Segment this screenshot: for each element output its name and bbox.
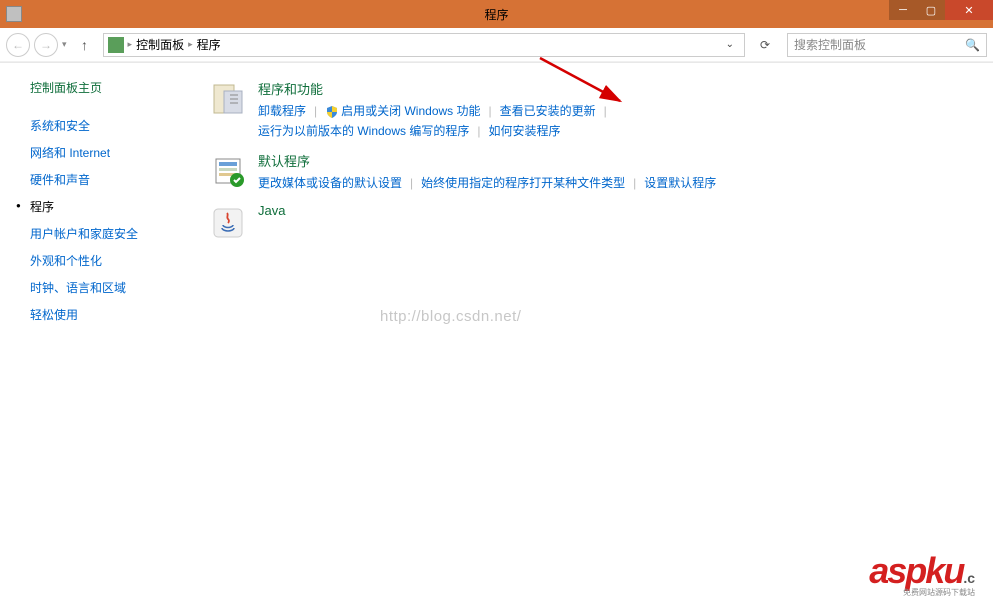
link-view-updates[interactable]: 查看已安装的更新	[500, 101, 596, 121]
section-programs-features: 程序和功能 卸载程序 | 启用或关闭 Windows 功能 | 查看已安装的更新…	[208, 79, 973, 141]
sidebar-item-hardware[interactable]: 硬件和声音	[30, 166, 190, 193]
sidebar-item-clock[interactable]: 时钟、语言和区域	[30, 274, 190, 301]
link-windows-features[interactable]: 启用或关闭 Windows 功能	[325, 101, 480, 121]
content-area: 程序和功能 卸载程序 | 启用或关闭 Windows 功能 | 查看已安装的更新…	[200, 63, 993, 598]
section-title[interactable]: 程序和功能	[258, 79, 973, 98]
history-dropdown[interactable]: ▾	[62, 39, 67, 50]
section-default-programs: 默认程序 更改媒体或设备的默认设置 | 始终使用指定的程序打开某种文件类型 | …	[208, 151, 973, 193]
window-title: 程序	[484, 6, 508, 23]
shield-icon	[325, 105, 339, 119]
link-how-install[interactable]: 如何安装程序	[488, 121, 560, 141]
link-set-defaults[interactable]: 设置默认程序	[644, 173, 716, 193]
link-uninstall[interactable]: 卸载程序	[258, 101, 306, 121]
breadcrumb-expand[interactable]: ⌄	[720, 39, 740, 50]
up-button[interactable]: ↑	[75, 35, 95, 55]
search-input[interactable]: 搜索控制面板 🔍	[787, 33, 987, 57]
main-body: 控制面板主页 系统和安全 网络和 Internet 硬件和声音 程序 用户帐户和…	[0, 62, 993, 598]
section-title[interactable]: Java	[258, 203, 973, 218]
minimize-button[interactable]: ─	[889, 0, 917, 20]
back-button[interactable]: ←	[6, 33, 30, 57]
search-placeholder: 搜索控制面板	[794, 36, 866, 53]
sidebar-item-network[interactable]: 网络和 Internet	[30, 139, 190, 166]
section-links: 更改媒体或设备的默认设置 | 始终使用指定的程序打开某种文件类型 | 设置默认程…	[258, 173, 973, 193]
brand-subtitle: 免费网站源码下载站	[903, 587, 975, 598]
sidebar: 控制面板主页 系统和安全 网络和 Internet 硬件和声音 程序 用户帐户和…	[0, 63, 200, 598]
link-compat[interactable]: 运行为以前版本的 Windows 编写的程序	[258, 121, 469, 141]
link-filetype-assoc[interactable]: 始终使用指定的程序打开某种文件类型	[421, 173, 625, 193]
java-icon	[208, 203, 248, 243]
section-links: 卸载程序 | 启用或关闭 Windows 功能 | 查看已安装的更新 | 运行为…	[258, 101, 973, 141]
section-java: Java	[208, 203, 973, 243]
close-button[interactable]: ✕	[945, 0, 993, 20]
sidebar-home[interactable]: 控制面板主页	[30, 79, 190, 96]
section-title[interactable]: 默认程序	[258, 151, 973, 170]
breadcrumb-part[interactable]: 程序	[197, 36, 221, 53]
default-programs-icon	[208, 151, 248, 191]
brand-logo: aspku.c	[869, 550, 975, 592]
forward-button[interactable]: →	[34, 33, 58, 57]
refresh-button[interactable]: ⟳	[753, 33, 777, 57]
sidebar-item-system[interactable]: 系统和安全	[30, 112, 190, 139]
sidebar-item-appearance[interactable]: 外观和个性化	[30, 247, 190, 274]
sidebar-item-programs[interactable]: 程序	[30, 193, 190, 220]
toolbar: ← → ▾ ↑ ▸ 控制面板 ▸ 程序 ⌄ ⟳ 搜索控制面板 🔍	[0, 28, 993, 62]
search-icon: 🔍	[965, 38, 980, 52]
window-controls: ─ ▢ ✕	[889, 0, 993, 20]
link-media-defaults[interactable]: 更改媒体或设备的默认设置	[258, 173, 402, 193]
maximize-button[interactable]: ▢	[917, 0, 945, 20]
breadcrumb-separator: ▸	[188, 39, 193, 50]
watermark-text: http://blog.csdn.net/	[380, 308, 521, 325]
sidebar-item-ease[interactable]: 轻松使用	[30, 301, 190, 328]
control-panel-icon	[108, 37, 124, 53]
breadcrumb[interactable]: ▸ 控制面板 ▸ 程序 ⌄	[103, 33, 745, 57]
breadcrumb-part[interactable]: 控制面板	[136, 36, 184, 53]
programs-features-icon	[208, 79, 248, 119]
breadcrumb-separator: ▸	[128, 39, 133, 50]
titlebar: 程序 ─ ▢ ✕	[0, 0, 993, 28]
app-icon	[6, 6, 22, 22]
sidebar-item-users[interactable]: 用户帐户和家庭安全	[30, 220, 190, 247]
